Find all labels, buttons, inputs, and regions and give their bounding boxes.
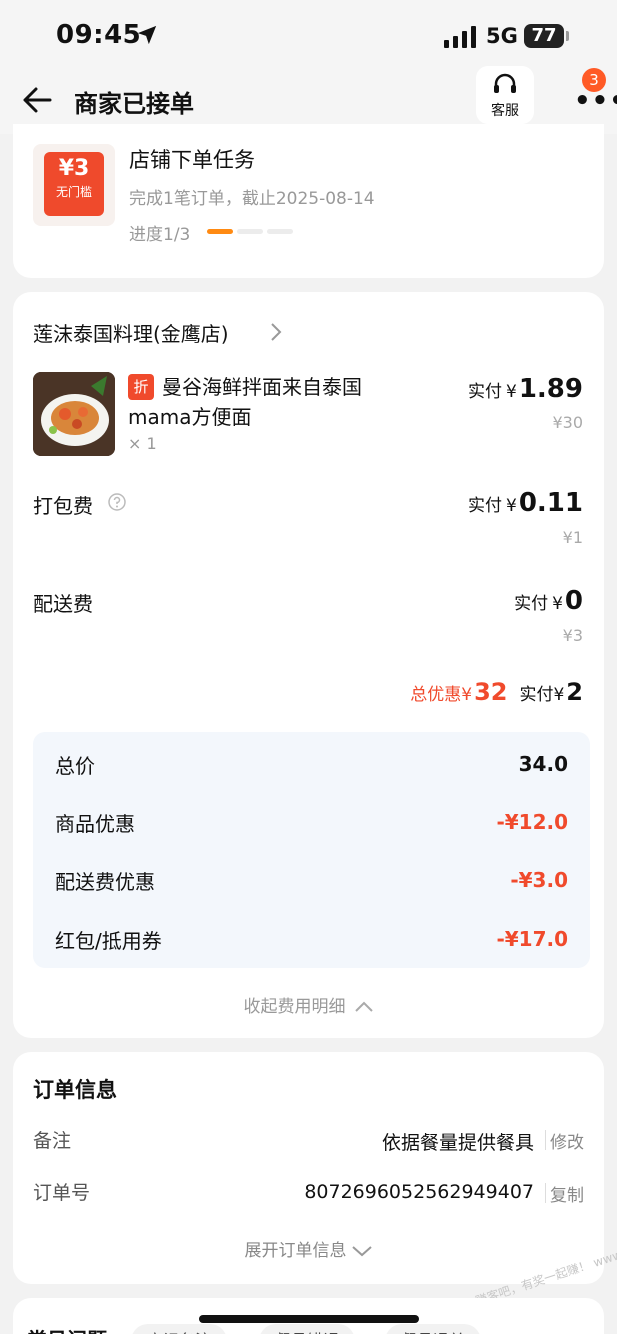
coupon-condition: 无门槛 <box>55 185 92 199</box>
task-progress-text: 进度1/3 <box>129 225 191 245</box>
remark-value: 依据餐量提供餐具 <box>381 1132 534 1154</box>
customer-service-button[interactable]: 客服 <box>476 66 534 124</box>
location-arrow-icon <box>137 25 157 45</box>
breakdown-value: 34.0 <box>518 752 568 776</box>
breakdown-value: -¥12.0 <box>496 810 568 834</box>
back-arrow-icon[interactable] <box>22 86 52 114</box>
breakdown-label: 配送费优惠 <box>55 870 155 894</box>
delivery-fee-label: 配送费 <box>33 592 93 616</box>
breakdown-label: 商品优惠 <box>55 812 135 836</box>
packing-fee-pay: 实付 ¥0.11 <box>468 488 583 518</box>
shop-task-card: ¥3 无门槛 店铺下单任务 完成1笔订单，截止2025-08-14 进度1/3 <box>13 124 604 278</box>
pay-label: 实付 <box>468 496 503 516</box>
edit-remark-button[interactable]: 修改 <box>550 1128 584 1153</box>
faq-chip[interactable]: 忘记备注 <box>131 1324 228 1334</box>
item-original-price: ¥30 <box>552 413 583 432</box>
food-image[interactable] <box>33 372 115 456</box>
currency-symbol: ¥ <box>506 496 517 516</box>
home-indicator <box>199 1315 419 1323</box>
divider <box>545 1130 546 1150</box>
expand-order-info-button[interactable]: 展开订单信息 <box>13 1236 604 1261</box>
divider <box>545 1183 546 1203</box>
notification-badge: 3 <box>582 68 606 92</box>
order-info-title: 订单信息 <box>33 1078 117 1102</box>
shop-name[interactable]: 莲沫泰国料理(金鹰店) <box>33 318 229 347</box>
pay-label: 实付 <box>514 594 549 614</box>
total-discount: 总优惠¥32 <box>410 678 507 706</box>
breakdown-label: 总价 <box>55 754 95 778</box>
order-no-label: 订单号 <box>33 1182 91 1204</box>
breakdown-value: -¥3.0 <box>510 868 568 892</box>
food-name: 曼谷海鲜拌面来自泰国mama方便面 <box>128 375 362 429</box>
packing-fee-label: 打包费 <box>33 494 93 518</box>
currency-symbol: ¥ <box>506 382 517 402</box>
delivery-fee-amount: 0 <box>564 586 583 616</box>
breakdown-value: -¥17.0 <box>496 927 568 951</box>
delivery-fee-pay: 实付 ¥0 <box>514 586 583 616</box>
price-breakdown: 总价 34.0 商品优惠 -¥12.0 配送费优惠 -¥3.0 红包/抵用券 -… <box>33 732 590 968</box>
order-info-card: 订单信息 备注 依据餐量提供餐具 修改 订单号 8072696052562949… <box>13 1052 604 1284</box>
remark-label: 备注 <box>33 1130 72 1152</box>
more-dots-icon: ••• <box>574 86 617 116</box>
progress-segment <box>267 229 293 234</box>
coupon-thumbnail: ¥3 无门槛 <box>33 144 115 226</box>
currency-symbol: ¥ <box>552 594 563 614</box>
order-total-summary: 总优惠¥32 实付¥2 <box>410 678 583 706</box>
progress-segment <box>237 229 263 234</box>
coupon-ticket: ¥3 无门槛 <box>44 152 104 216</box>
faq-title: 常见问题 <box>27 1324 107 1334</box>
delivery-fee-original: ¥3 <box>562 626 583 645</box>
signal-icon <box>444 26 476 48</box>
item-pay-amount: 1.89 <box>518 374 583 404</box>
expand-label: 展开订单信息 <box>244 1241 347 1261</box>
discount-tag: 折 <box>128 374 154 400</box>
status-time: 09:45 <box>56 20 142 50</box>
page-title: 商家已接单 <box>74 90 194 118</box>
item-pay: 实付 ¥1.89 <box>468 374 583 404</box>
task-description: 完成1笔订单，截止2025-08-14 <box>129 189 375 209</box>
chevron-down-icon <box>351 1246 372 1257</box>
total-pay: 实付¥2 <box>519 678 583 706</box>
task-title: 店铺下单任务 <box>129 148 255 172</box>
faq-chip[interactable]: 餐具退单 <box>385 1324 482 1334</box>
food-quantity: × 1 <box>128 434 157 453</box>
order-no-value: 8072696052562949407 <box>304 1181 534 1203</box>
headset-icon <box>494 73 516 93</box>
total-pay-label: 实付¥ <box>519 685 565 705</box>
packing-fee-amount: 0.11 <box>518 488 583 518</box>
order-card: 莲沫泰国料理(金鹰店) 曼谷海鲜拌面来自泰国mama方便面 折 × 1 实付 ¥1… <box>13 292 604 1038</box>
collapse-label: 收起费用明细 <box>243 997 346 1017</box>
progress-segment <box>207 229 233 234</box>
chevron-up-icon <box>354 1001 373 1012</box>
service-label: 客服 <box>491 103 519 119</box>
faq-chip[interactable]: 餐具错误 <box>259 1324 356 1334</box>
total-discount-label: 总优惠¥ <box>410 685 473 705</box>
battery-tip <box>566 31 569 41</box>
coupon-amount: ¥3 <box>58 156 90 181</box>
total-discount-amount: 32 <box>474 678 508 706</box>
total-pay-amount: 2 <box>566 678 583 706</box>
packing-fee-original: ¥1 <box>562 528 583 547</box>
network-type: 5G <box>486 24 518 48</box>
copy-order-no-button[interactable]: 复制 <box>550 1181 584 1206</box>
battery-icon: 77 <box>524 24 564 48</box>
breakdown-label: 红包/抵用券 <box>55 929 162 953</box>
pay-label: 实付 <box>468 382 503 402</box>
collapse-fee-detail-button[interactable]: 收起费用明细 <box>13 992 604 1017</box>
help-circle-icon[interactable] <box>108 493 126 511</box>
chevron-right-icon[interactable] <box>269 322 283 342</box>
